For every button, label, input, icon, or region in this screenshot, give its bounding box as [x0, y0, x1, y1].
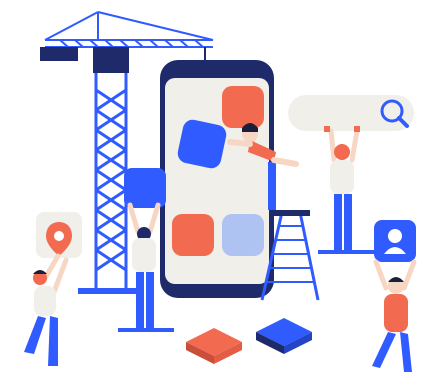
person-holding-search	[318, 126, 374, 254]
app-tile	[222, 214, 264, 256]
floating-tiles	[186, 318, 312, 364]
search-bar	[288, 95, 414, 131]
construction-illustration	[0, 0, 435, 376]
hanging-tile	[177, 119, 227, 169]
app-tile	[172, 214, 214, 256]
app-tile	[222, 86, 264, 128]
phone-mockup	[160, 60, 274, 298]
illustration-svg	[24, 11, 417, 372]
profile-card	[374, 220, 416, 262]
user-profile-icon	[388, 229, 402, 243]
person-with-pin	[24, 253, 69, 366]
person-with-profile	[372, 259, 417, 372]
location-card	[36, 212, 82, 258]
